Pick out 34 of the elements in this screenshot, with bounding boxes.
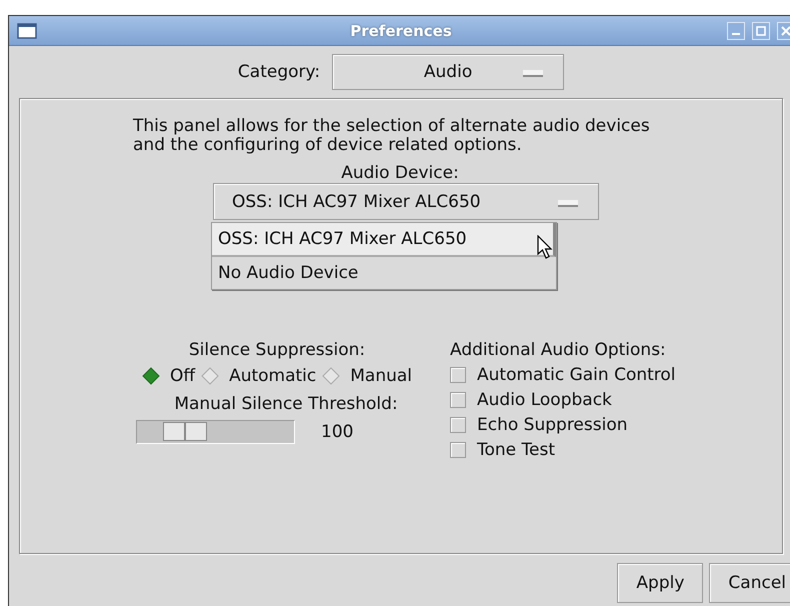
audio-device-label: Audio Device: [340, 163, 460, 183]
menu-item[interactable]: No Audio Device [212, 257, 556, 289]
minimize-icon[interactable] [727, 22, 745, 40]
threshold-label: Manual Silence Threshold: [174, 394, 398, 414]
radio-option[interactable]: Manual [322, 366, 412, 386]
dropdown-indicator-icon [523, 70, 544, 77]
checkbox[interactable] [450, 442, 466, 458]
dropdown-indicator-icon [558, 200, 578, 206]
checkbox-option[interactable]: Echo Suppression [450, 415, 676, 435]
radio-option[interactable]: Automatic [201, 366, 316, 386]
dialog-button[interactable]: Apply [617, 563, 704, 603]
maximize-icon[interactable] [752, 22, 770, 40]
category-dropdown[interactable]: Audio [332, 54, 564, 90]
category-label: Category: [238, 62, 320, 82]
checkbox[interactable] [450, 417, 466, 433]
window-title: Preferences [350, 22, 452, 40]
close-icon[interactable] [777, 22, 790, 40]
threshold-slider[interactable] [136, 420, 295, 444]
panel-description: This panel allows for the selection of alternate audio devices and the configuring of device related options. [133, 117, 651, 155]
radio-option[interactable]: Off [142, 366, 196, 386]
audio-device-dropdown[interactable]: OSS: ICH AC97 Mixer ALC650 [213, 183, 599, 220]
menu-item[interactable]: OSS: ICH AC97 Mixer ALC650 [212, 223, 556, 257]
mouse-pointer-icon [537, 235, 553, 259]
threshold-value: 100 [321, 422, 354, 442]
checkbox[interactable] [450, 392, 466, 408]
checkbox-option[interactable]: Audio Loopback [450, 390, 676, 410]
silence-suppression-label: Silence Suppression: [188, 340, 366, 360]
slider-thumb[interactable] [162, 422, 207, 441]
checkbox-option[interactable]: Tone Test [450, 440, 676, 460]
dialog-button[interactable]: Cancel [709, 563, 790, 603]
window-menu-icon[interactable] [17, 22, 37, 38]
checkbox[interactable] [450, 367, 466, 383]
checkbox-option[interactable]: Automatic Gain Control [450, 365, 676, 385]
additional-options-label: Additional Audio Options: [450, 340, 667, 360]
